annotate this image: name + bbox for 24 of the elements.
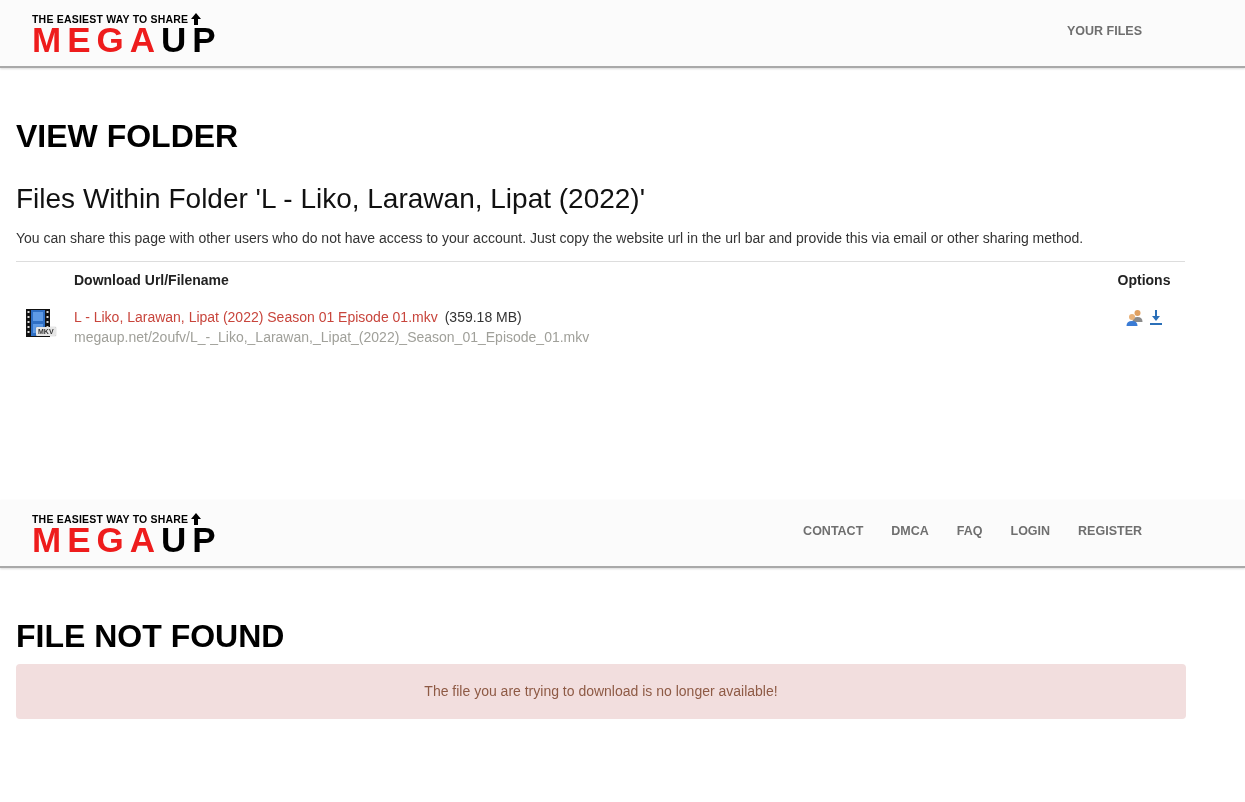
page-heading: VIEW FOLDER	[16, 118, 239, 154]
logo-tagline: THE EASIEST WAY TO SHARE	[32, 514, 189, 525]
column-header: Options	[1117, 270, 1171, 290]
nav-link[interactable]: CONTACT	[803, 521, 864, 541]
error-alert: The file you are trying to download is no longer available!	[16, 664, 1186, 719]
nav-link[interactable]: DMCA	[891, 521, 929, 541]
nav-link[interactable]: FAQ	[956, 521, 983, 541]
nav-link[interactable]: LOGIN	[1010, 521, 1051, 541]
column-header: Download Url/Filename	[74, 272, 229, 288]
logo-tagline: THE EASIEST WAY TO SHARE	[32, 14, 189, 25]
folder-heading: Files Within Folder 'L - Liko, Larawan, Lipat (2022)'	[16, 182, 646, 216]
filename-link[interactable]: L - Liko, Larawan, Lipat (2022) Season 01 Episode 01.mkv	[74, 307, 438, 327]
page-heading: FILE NOT FOUND	[16, 618, 285, 654]
arrow-up-icon	[191, 12, 202, 25]
file-url: megaup.net/2oufv/L_-_Liko,_Larawan,_Lipat_(2022)_Season_01_Episode_01.mkv	[74, 328, 590, 347]
nav-link[interactable]: YOUR FILES	[1067, 21, 1142, 41]
file-size: (359.18 MB)	[444, 308, 522, 327]
users-icon[interactable]	[1126, 309, 1143, 326]
download-icon[interactable]	[1150, 310, 1162, 325]
arrow-up-icon	[191, 512, 202, 525]
description-text: You can share this page with other users who do not have access to your account. Just copy the website url in the url bar and provide this via email or other sharing method.	[16, 229, 1084, 248]
logo-wordmark[interactable]: MEGA UP	[32, 525, 222, 554]
nav-link[interactable]: REGISTER	[1078, 521, 1142, 541]
logo-wordmark[interactable]: MEGA UP	[32, 25, 222, 54]
